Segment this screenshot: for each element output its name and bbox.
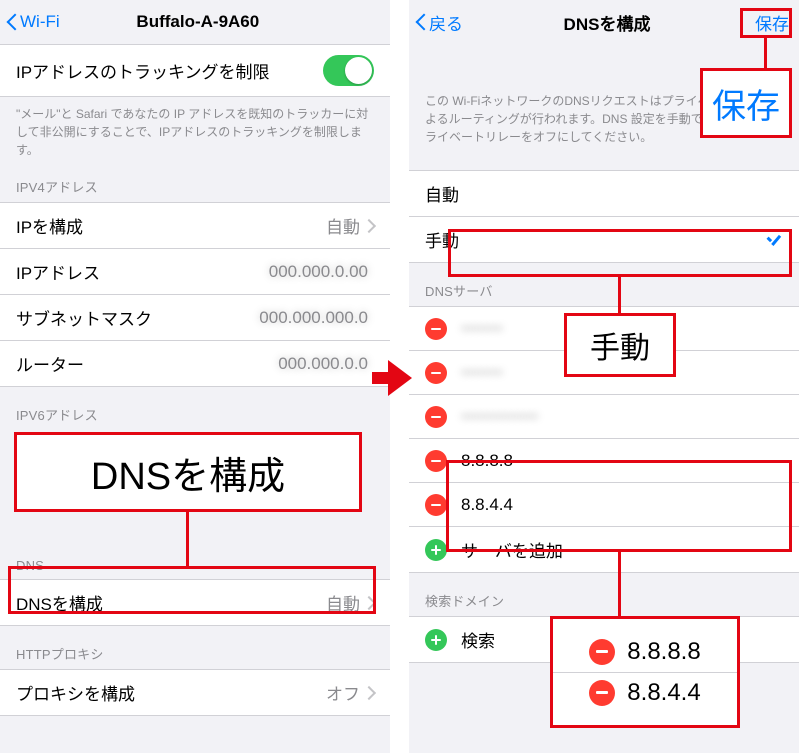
page-title: DNSを構成: [564, 10, 651, 35]
configure-dns-value: 自動: [326, 590, 360, 615]
back-label: 戻る: [429, 10, 463, 35]
configure-proxy-value: オフ: [326, 680, 360, 705]
mode-auto-row[interactable]: 自動: [409, 171, 799, 217]
remove-icon[interactable]: [425, 362, 447, 384]
wifi-detail-screen: Wi-Fi Buffalo-A-9A60 IPアドレスのトラッキングを制限 "メ…: [0, 0, 390, 753]
router-label: ルーター: [16, 351, 278, 376]
proxy-header: HTTPプロキシ: [0, 626, 390, 669]
chevron-left-icon: [6, 12, 18, 32]
dns-server-value: 8.8.8.8: [461, 451, 783, 471]
dns-server-row[interactable]: •••••••••••••: [409, 395, 799, 439]
chevron-right-icon: [366, 219, 374, 233]
back-button[interactable]: 戻る: [415, 10, 463, 35]
chevron-right-icon: [366, 686, 374, 700]
mode-manual-label: 手動: [425, 227, 765, 252]
configure-ip-value: 自動: [326, 213, 360, 238]
ip-address-label: IPアドレス: [16, 259, 269, 284]
dns-server-value: 8.8.4.4: [461, 495, 783, 515]
limit-tracking-row[interactable]: IPアドレスのトラッキングを制限: [0, 45, 390, 96]
dns-servers-group: ••••••• ••••••• ••••••••••••• 8.8.8.8 8.…: [409, 306, 799, 573]
nav-bar: 戻る DNSを構成 保存: [409, 0, 799, 44]
add-icon[interactable]: [425, 539, 447, 561]
search-domain-group: 検索: [409, 616, 799, 663]
dns-server-value: •••••••: [461, 363, 783, 383]
configure-ip-label: IPを構成: [16, 213, 326, 238]
dns-help-footer: この Wi-FiネットワークのDNSリクエストはプライベートリレーによるルーティ…: [409, 74, 799, 146]
back-label: Wi-Fi: [20, 12, 60, 32]
arrow-icon: [388, 360, 412, 396]
page-title: Buffalo-A-9A60: [136, 12, 259, 32]
mode-manual-row[interactable]: 手動: [409, 217, 799, 262]
limit-tracking-toggle[interactable]: [323, 55, 374, 86]
subnet-row: サブネットマスク 000.000.000.0: [0, 295, 390, 341]
dns-server-row[interactable]: •••••••: [409, 307, 799, 351]
tracking-group: IPアドレスのトラッキングを制限: [0, 44, 390, 97]
router-value: 000.000.0.0: [278, 354, 368, 374]
add-server-row[interactable]: サーバを追加: [409, 527, 799, 572]
ip-address-row: IPアドレス 000.000.0.00: [0, 249, 390, 295]
limit-tracking-label: IPアドレスのトラッキングを制限: [16, 58, 323, 83]
configure-ip-row[interactable]: IPを構成 自動: [0, 203, 390, 249]
chevron-right-icon: [366, 596, 374, 610]
configure-proxy-row[interactable]: プロキシを構成 オフ: [0, 670, 390, 715]
checkmark-icon: [765, 231, 783, 249]
dns-group: DNSを構成 自動: [0, 579, 390, 626]
mode-auto-label: 自動: [425, 181, 783, 206]
dns-server-value: •••••••: [461, 319, 783, 339]
remove-icon[interactable]: [425, 406, 447, 428]
add-search-label: 検索: [461, 627, 783, 652]
configure-dns-label: DNSを構成: [16, 590, 326, 615]
remove-icon[interactable]: [425, 494, 447, 516]
ipv4-group: IPを構成 自動 IPアドレス 000.000.0.00 サブネットマスク 00…: [0, 202, 390, 387]
remove-icon[interactable]: [425, 318, 447, 340]
subnet-label: サブネットマスク: [16, 305, 259, 330]
search-domain-header: 検索ドメイン: [409, 573, 799, 616]
save-button[interactable]: 保存: [751, 8, 793, 37]
chevron-left-icon: [415, 12, 427, 32]
dns-server-row[interactable]: 8.8.4.4: [409, 483, 799, 527]
configure-proxy-label: プロキシを構成: [16, 680, 326, 705]
dns-header: DNS: [0, 540, 390, 579]
ipv4-header: IPV4アドレス: [0, 159, 390, 202]
mode-group: 自動 手動: [409, 170, 799, 263]
tracking-footer: "メール"と Safari であなたの IP アドレスを既知のトラッカーに対して…: [0, 97, 390, 159]
dns-server-value: •••••••••••••: [461, 407, 783, 427]
add-search-row[interactable]: 検索: [409, 617, 799, 662]
nav-bar: Wi-Fi Buffalo-A-9A60: [0, 0, 390, 44]
configure-dns-row[interactable]: DNSを構成 自動: [0, 580, 390, 625]
ip-address-value: 000.000.0.00: [269, 262, 368, 282]
subnet-value: 000.000.000.0: [259, 308, 368, 328]
router-row: ルーター 000.000.0.0: [0, 341, 390, 386]
remove-icon[interactable]: [425, 450, 447, 472]
dns-server-row[interactable]: 8.8.8.8: [409, 439, 799, 483]
dns-servers-header: DNSサーバ: [409, 263, 799, 306]
add-icon[interactable]: [425, 629, 447, 651]
proxy-group: プロキシを構成 オフ: [0, 669, 390, 716]
back-button[interactable]: Wi-Fi: [6, 12, 60, 32]
add-server-label: サーバを追加: [461, 537, 783, 562]
ipv6-header: IPV6アドレス: [0, 387, 390, 430]
configure-dns-screen: 戻る DNSを構成 保存 この Wi-FiネットワークのDNSリクエストはプライ…: [409, 0, 799, 753]
dns-server-row[interactable]: •••••••: [409, 351, 799, 395]
